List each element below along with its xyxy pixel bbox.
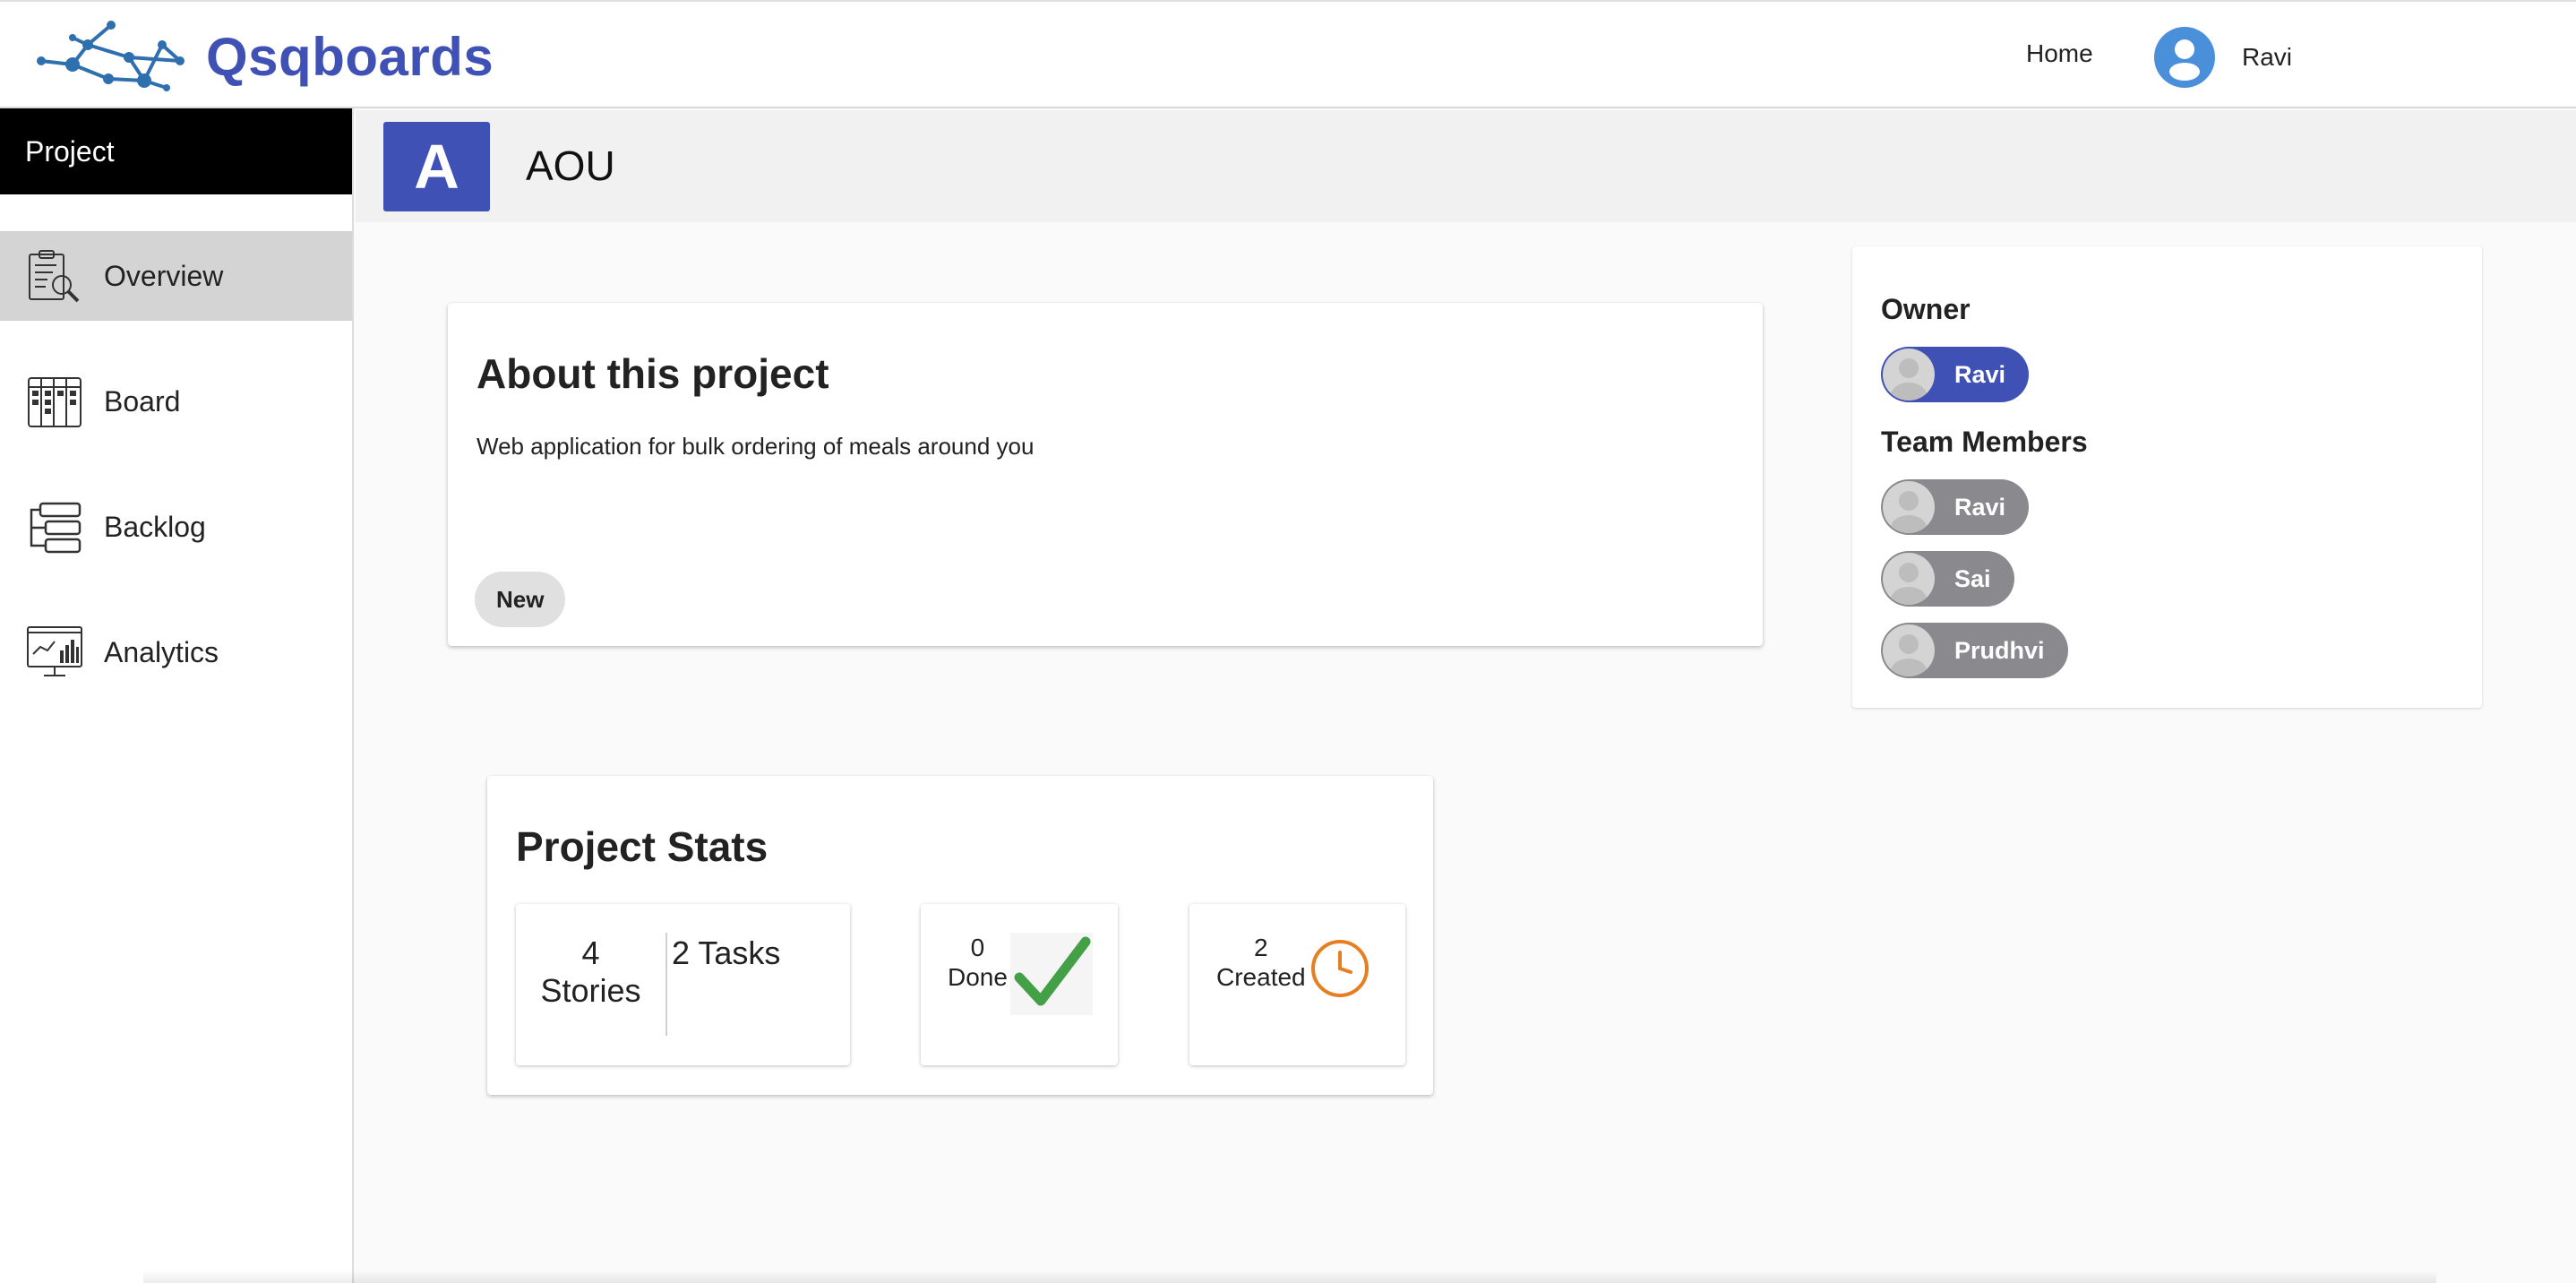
sidebar: Project Overview Board Backlog Analytics — [0, 108, 354, 1283]
sidebar-item-label: Backlog — [104, 510, 206, 543]
app-logo[interactable]: Qsqboards — [32, 18, 494, 95]
owner-name: Ravi — [1954, 360, 2006, 388]
member-name: Ravi — [1954, 493, 2006, 521]
top-bar: Qsqboards Home Ravi — [0, 0, 2576, 108]
backlog-icon — [30, 502, 82, 554]
sidebar-item-label: Board — [104, 384, 181, 418]
stories-tasks-stat: 4 Stories 2 Tasks — [516, 904, 850, 1065]
checkmark-icon — [1014, 936, 1091, 1006]
sidebar-item-board[interactable]: Board — [0, 357, 352, 446]
about-title: About this project — [477, 350, 829, 397]
sidebar-item-label: Overview — [104, 259, 224, 292]
about-project-card: About this project Web application for b… — [448, 303, 1763, 646]
project-description: Web application for bulk ordering of mea… — [477, 433, 1035, 460]
user-menu[interactable]: Ravi — [2154, 27, 2292, 88]
member-chip[interactable]: Prudhvi — [1881, 623, 2068, 678]
person-icon — [1891, 491, 1927, 533]
done-text: 0 Done — [948, 933, 1008, 992]
person-icon — [1891, 563, 1927, 605]
project-header — [356, 110, 2576, 222]
status-chip: New — [475, 572, 566, 627]
done-label: Done — [948, 963, 1008, 991]
board-icon — [28, 377, 82, 427]
page-bottom-shadow — [143, 1270, 2436, 1283]
avatar — [1883, 481, 1935, 533]
person-icon — [1891, 358, 1927, 400]
avatar — [1883, 553, 1935, 605]
stories-label: Stories — [540, 972, 641, 1009]
project-stats-card: Project Stats 4 Stories 2 Tasks 0 Done 2… — [487, 776, 1433, 1095]
sidebar-item-backlog[interactable]: Backlog — [0, 482, 352, 572]
clock-icon — [1311, 940, 1369, 997]
member-name: Prudhvi — [1954, 636, 2045, 664]
sidebar-header: Project — [0, 108, 352, 194]
sidebar-item-label: Analytics — [104, 635, 219, 668]
network-logo-icon — [37, 21, 185, 91]
app-name: Qsqboards — [206, 26, 494, 87]
done-check-tile — [1010, 933, 1093, 1015]
avatar — [1883, 349, 1935, 400]
sidebar-item-overview[interactable]: Overview — [0, 231, 352, 321]
project-name: AOU — [526, 142, 615, 189]
member-chip[interactable]: Sai — [1881, 551, 2014, 607]
owner-label: Owner — [1881, 293, 1971, 325]
member-name: Sai — [1954, 564, 1991, 592]
project-members-card: Owner Ravi Team Members Ravi Sai Prudhvi — [1852, 246, 2482, 708]
project-initial-badge: A — [383, 122, 490, 211]
created-label: Created — [1216, 963, 1306, 991]
avatar — [1883, 624, 1935, 676]
analytics-icon — [27, 626, 82, 676]
user-avatar-icon — [2154, 27, 2215, 88]
created-count: 2 — [1254, 934, 1268, 961]
member-chip[interactable]: Ravi — [1881, 479, 2030, 535]
owner-chip[interactable]: Ravi — [1881, 347, 2030, 402]
done-count: 0 — [970, 934, 985, 961]
created-text: 2 Created — [1216, 933, 1306, 992]
divider — [665, 933, 667, 1036]
team-members-label: Team Members — [1881, 426, 2088, 458]
created-stat: 2 Created — [1189, 904, 1405, 1065]
person-icon — [1891, 634, 1927, 676]
sidebar-item-analytics[interactable]: Analytics — [0, 607, 352, 697]
tasks-stat: 2 Tasks — [672, 934, 781, 971]
stats-title: Project Stats — [516, 823, 769, 870]
clipboard-search-icon — [29, 250, 80, 303]
done-stat: 0 Done — [921, 904, 1118, 1065]
user-name: Ravi — [2242, 43, 2293, 71]
stories-stat: 4 Stories — [516, 934, 665, 1010]
created-clock-tile — [1309, 934, 1370, 1003]
nav-home-link[interactable]: Home — [2026, 39, 2093, 68]
stories-count: 4 — [581, 934, 600, 971]
